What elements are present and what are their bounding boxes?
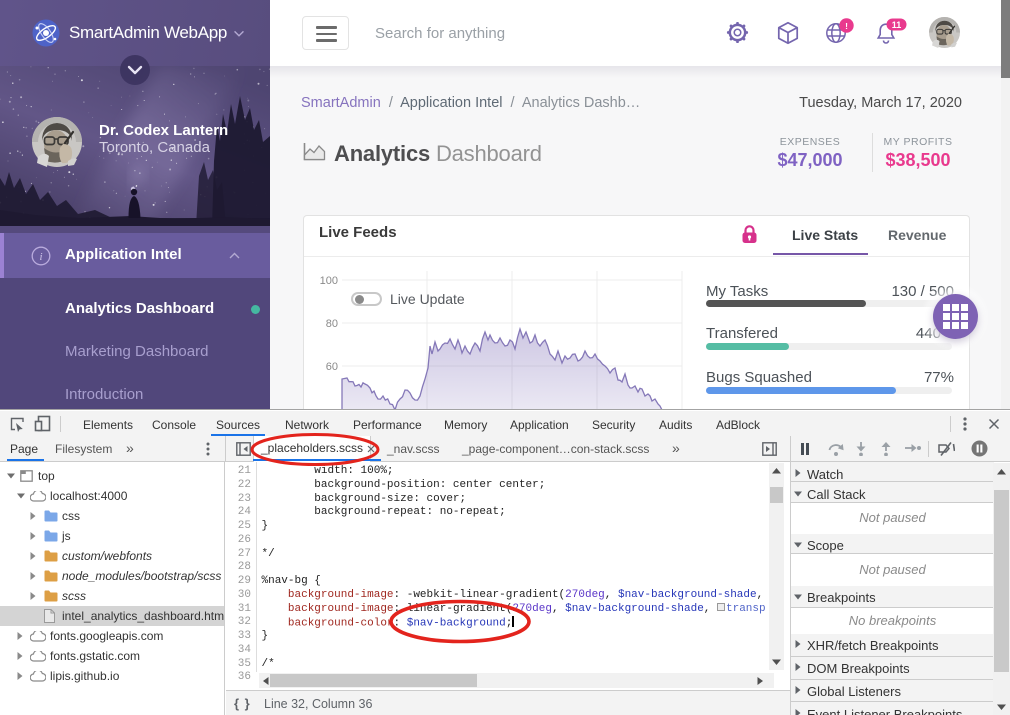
- svg-text:100: 100: [320, 275, 338, 287]
- svg-text:80: 80: [326, 318, 338, 330]
- svg-text:!: !: [845, 21, 848, 31]
- svg-text:i: i: [39, 251, 42, 263]
- svg-text:60: 60: [326, 361, 338, 373]
- svg-text:11: 11: [892, 20, 902, 30]
